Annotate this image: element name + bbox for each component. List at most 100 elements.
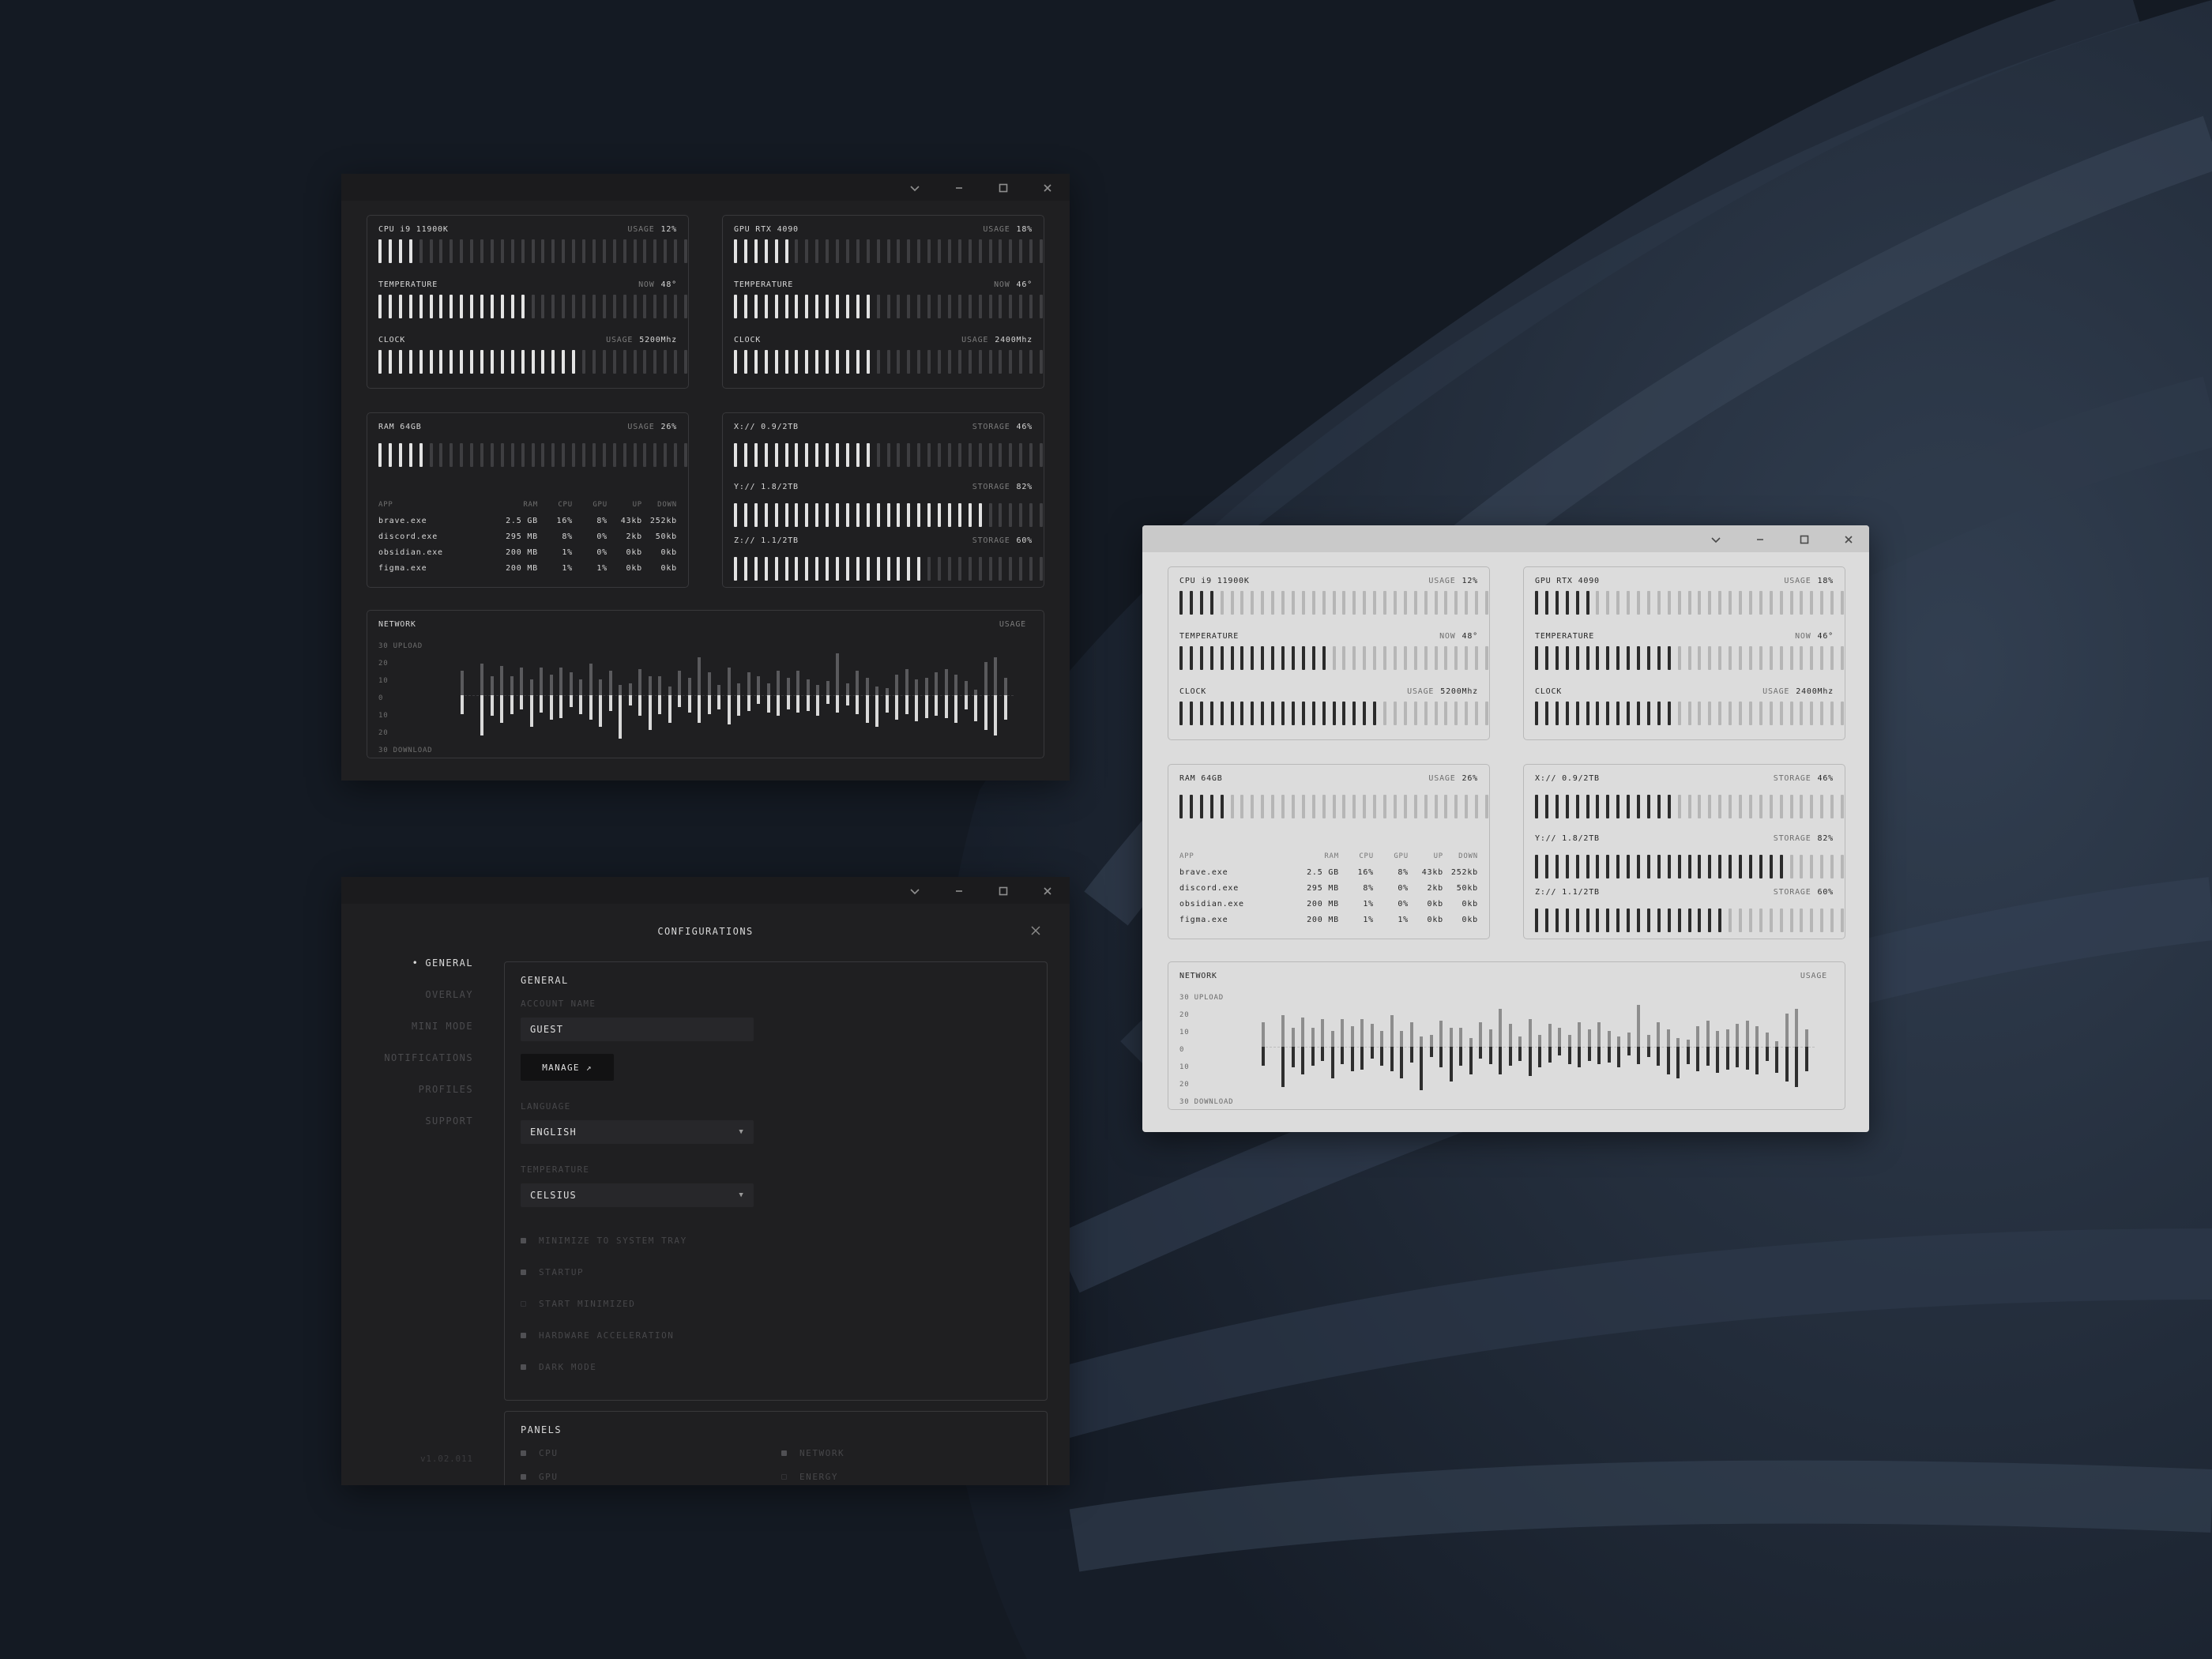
gauge-bar: [572, 443, 575, 467]
close-button[interactable]: [1038, 882, 1057, 901]
checkbox[interactable]: [521, 1474, 526, 1480]
checkbox[interactable]: [521, 1364, 526, 1370]
nav-support[interactable]: SUPPORT: [384, 1115, 473, 1147]
checkbox[interactable]: [521, 1450, 526, 1456]
gauge-bar: [1414, 591, 1417, 615]
option-start-minimized[interactable]: START MINIMIZED: [521, 1299, 635, 1309]
gauge-bar: [551, 295, 555, 318]
table-row[interactable]: obsidian.exe 200 MB 1% 0% 0kb 0kb: [1179, 896, 1478, 912]
manage-button[interactable]: MANAGE ↗: [521, 1054, 614, 1081]
gauge-bar: [1718, 855, 1721, 878]
table-row[interactable]: discord.exe 295 MB 8% 0% 2kb 50kb: [378, 529, 677, 544]
title-bar[interactable]: [1142, 525, 1869, 552]
panel-cpu[interactable]: CPU: [521, 1448, 559, 1458]
gauge-bar: [1616, 646, 1620, 670]
gauge-bar: [480, 295, 483, 318]
upload-bar: [708, 672, 711, 695]
checkbox[interactable]: [521, 1270, 526, 1275]
collapse-button[interactable]: [1706, 530, 1725, 549]
gauge-bar: [419, 239, 423, 263]
gauge-bar: [1342, 591, 1345, 615]
nav-profiles[interactable]: PROFILES: [384, 1084, 473, 1115]
checkbox[interactable]: [521, 1238, 526, 1243]
gauge-bar: [1586, 646, 1589, 670]
option-label: STARTUP: [539, 1267, 585, 1277]
gauge-bar: [1040, 350, 1043, 374]
account-name-field[interactable]: GUEST: [521, 1018, 754, 1041]
gauge-bar: [613, 443, 616, 467]
panel-network[interactable]: NETWORK: [781, 1448, 845, 1458]
upload-bar: [1311, 1027, 1315, 1047]
option-dark-mode[interactable]: DARK MODE: [521, 1362, 596, 1372]
storage-0-value-group: STORAGE 46%: [972, 423, 1033, 431]
storage-1-value: 82%: [1016, 482, 1033, 491]
maximize-button[interactable]: [1795, 530, 1814, 549]
cpu-usage-label: CPU i9 11900K: [1179, 576, 1250, 585]
temperature-select[interactable]: CELSIUS ▼: [521, 1183, 754, 1207]
language-select[interactable]: ENGLISH ▼: [521, 1120, 754, 1144]
gauge-bar: [958, 503, 961, 527]
gauge-bar: [1435, 795, 1438, 818]
checkbox[interactable]: [521, 1333, 526, 1338]
minimize-button[interactable]: [950, 882, 969, 901]
download-bar: [954, 695, 957, 724]
option-hardware-acceleration[interactable]: HARDWARE ACCELERATION: [521, 1330, 674, 1341]
download-bar: [905, 695, 908, 715]
close-button[interactable]: [1839, 530, 1858, 549]
gauge-bar: [532, 443, 535, 467]
checkbox[interactable]: [781, 1474, 787, 1480]
table-cell: 252kb: [649, 516, 677, 525]
table-row[interactable]: brave.exe 2.5 GB 16% 8% 43kb 252kb: [378, 513, 677, 529]
cpu-clock-header: CLOCK USAGE 5200Mhz: [378, 334, 677, 345]
collapse-button[interactable]: [905, 179, 924, 198]
upload-bar: [1439, 1021, 1443, 1047]
option-startup[interactable]: STARTUP: [521, 1267, 584, 1277]
gauge-bar: [1586, 855, 1589, 878]
nav-mini-mode[interactable]: MINI MODE: [384, 1021, 473, 1052]
option-minimize-to-tray[interactable]: MINIMIZE TO SYSTEM TRAY: [521, 1236, 687, 1246]
close-button[interactable]: [1038, 179, 1057, 198]
cpu-clock-value-group: USAGE 5200Mhz: [606, 336, 677, 344]
minimize-icon: [1757, 539, 1763, 540]
gauge-bar: [775, 503, 778, 527]
collapse-button[interactable]: [905, 882, 924, 901]
title-bar[interactable]: [341, 877, 1070, 904]
table-row[interactable]: discord.exe 295 MB 8% 0% 2kb 50kb: [1179, 880, 1478, 896]
title-bar[interactable]: [341, 174, 1070, 201]
download-bar: [480, 695, 483, 735]
table-row[interactable]: brave.exe 2.5 GB 16% 8% 43kb 252kb: [1179, 864, 1478, 880]
gauge-bar: [1485, 591, 1488, 615]
upload-bar: [619, 684, 622, 695]
nav-general[interactable]: GENERAL: [384, 957, 473, 989]
gauge-bar: [1637, 646, 1640, 670]
table-row[interactable]: figma.exe 200 MB 1% 1% 0kb 0kb: [378, 560, 677, 576]
gauge-bar: [1759, 591, 1762, 615]
chevron-down-icon: [910, 186, 920, 192]
table-cell: figma.exe: [378, 563, 427, 573]
gauge-bar: [867, 557, 870, 581]
cpu-temperature-value-group: NOW 48°: [1439, 632, 1478, 641]
panel-gpu[interactable]: GPU: [521, 1472, 559, 1482]
gauge-bar: [1780, 855, 1783, 878]
maximize-button[interactable]: [994, 882, 1013, 901]
gauge-bar: [1596, 795, 1599, 818]
gauge-bar: [1637, 702, 1640, 725]
gpu-usage-header: GPU RTX 4090 USAGE 18%: [734, 224, 1033, 235]
checkbox[interactable]: [521, 1301, 526, 1307]
nav-overlay[interactable]: OVERLAY: [384, 989, 473, 1021]
gauge-bar: [867, 503, 870, 527]
maximize-button[interactable]: [994, 179, 1013, 198]
gauge-bar: [989, 295, 992, 318]
table-row[interactable]: obsidian.exe 200 MB 1% 0% 0kb 0kb: [378, 544, 677, 560]
config-close-button[interactable]: [1030, 924, 1046, 940]
panel-energy[interactable]: ENERGY: [781, 1472, 838, 1482]
network-header: NETWORK USAGE: [1179, 970, 1834, 981]
nav-notifications[interactable]: NOTIFICATIONS: [384, 1052, 473, 1084]
gauge-bar: [1271, 702, 1274, 725]
ram-usage-value-group: USAGE 26%: [627, 423, 677, 431]
gauge-bar: [1820, 908, 1823, 932]
minimize-button[interactable]: [1751, 530, 1770, 549]
table-row[interactable]: figma.exe 200 MB 1% 1% 0kb 0kb: [1179, 912, 1478, 927]
checkbox[interactable]: [781, 1450, 787, 1456]
minimize-button[interactable]: [950, 179, 969, 198]
